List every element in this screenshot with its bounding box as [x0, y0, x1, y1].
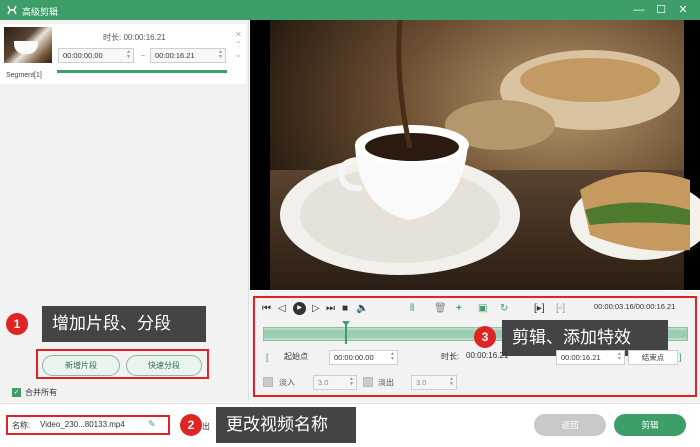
- start-point-value: 00:00:00.00: [334, 353, 374, 362]
- segment-duration-value: 00:00:16.21: [123, 33, 166, 42]
- file-name-value: Video_230...80133.mp4: [40, 420, 125, 429]
- step-forward-icon[interactable]: ▷: [312, 303, 320, 315]
- start-point-label[interactable]: 起始点: [284, 351, 308, 362]
- trim-duration-label: 时长:: [441, 352, 460, 361]
- fade-in-value: 3.0: [318, 378, 329, 387]
- edit-button[interactable]: 剪辑: [614, 414, 686, 436]
- trim-duration-value: 00:00:16.21: [466, 351, 509, 360]
- spinner-icon[interactable]: ▲ ▼: [617, 352, 622, 362]
- quick-split-button[interactable]: 快速分段: [126, 355, 202, 376]
- segment-end-value: 00:00:16.21: [155, 51, 195, 60]
- callout-2: 更改视频名称: [216, 407, 356, 443]
- volume-icon[interactable]: 🔈: [356, 303, 368, 315]
- title-bar: 高级剪辑 — ☐ ✕: [0, 0, 700, 20]
- go-to-start-icon[interactable]: ⏮: [262, 303, 271, 315]
- mark-end-icon[interactable]: [▫]: [556, 303, 565, 315]
- playback-time: 00:00:03.16/00:00:16.21: [594, 302, 676, 311]
- close-button[interactable]: ✕: [676, 3, 690, 17]
- add-icon[interactable]: +: [456, 303, 462, 315]
- start-bracket-icon: [: [266, 352, 269, 362]
- callout-1-badge: 1: [6, 313, 28, 335]
- start-point-input[interactable]: 00:00:00.00 ▲ ▼: [329, 350, 398, 365]
- reset-icon[interactable]: ↻: [500, 303, 508, 315]
- time-separator: –: [141, 51, 146, 60]
- segment-end-input[interactable]: 00:00:16.21 ▲ ▼: [150, 48, 226, 63]
- segment-panel: Segment[1] 时长: 00:00:16.21 00:00:00.00 ▲…: [0, 20, 249, 402]
- remove-segment-icon[interactable]: ✕: [235, 30, 242, 40]
- mark-start-icon[interactable]: [▸]: [534, 303, 545, 315]
- partial-text: 出: [202, 422, 210, 431]
- playhead[interactable]: [344, 323, 347, 344]
- fade-in-label: 淡入: [279, 378, 295, 387]
- end-bracket-icon: ]: [679, 352, 682, 362]
- add-segment-button[interactable]: 新增片段: [42, 355, 120, 376]
- callout-3-badge: 3: [474, 326, 496, 348]
- end-point-button[interactable]: 结束点: [628, 350, 678, 365]
- file-name-label: 名称:: [12, 421, 31, 430]
- callout-1: 增加片段、分段: [42, 306, 206, 342]
- back-button[interactable]: 返回: [534, 414, 606, 436]
- spinner-icon[interactable]: ▲ ▼: [449, 377, 454, 387]
- video-frame: [270, 19, 700, 290]
- step-back-icon[interactable]: ◁: [278, 303, 286, 315]
- callout-2-badge: 2: [180, 414, 202, 436]
- card-actions: ✕ ⌃ ⌄: [235, 30, 242, 60]
- maximize-button[interactable]: ☐: [654, 3, 668, 17]
- video-preview[interactable]: [250, 19, 700, 290]
- window-title: 高级剪辑: [22, 7, 59, 17]
- fade-out-value: 3.0: [416, 378, 427, 387]
- edit-name-icon[interactable]: ✎: [148, 419, 156, 430]
- fade-out-label: 淡出: [378, 378, 394, 387]
- go-to-end-icon[interactable]: ⏭: [326, 303, 335, 315]
- fade-in-input[interactable]: 3.0 ▲ ▼: [313, 375, 357, 390]
- fade-in-checkbox[interactable]: [263, 377, 273, 387]
- minimize-button[interactable]: —: [632, 3, 646, 17]
- end-point-input[interactable]: 00:00:16.21 ▲ ▼: [556, 350, 625, 365]
- move-down-icon[interactable]: ⌄: [235, 50, 242, 60]
- split-icon[interactable]: ⫴: [410, 303, 414, 315]
- segment-card[interactable]: Segment[1] 时长: 00:00:16.21 00:00:00.00 ▲…: [0, 24, 246, 84]
- app-logo-icon: [7, 5, 17, 15]
- end-point-value: 00:00:16.21: [561, 353, 601, 362]
- segment-progress-line: [57, 70, 227, 73]
- stop-icon[interactable]: ■: [342, 303, 348, 315]
- segment-duration-label: 时长:: [103, 33, 122, 42]
- fade-out-checkbox[interactable]: [363, 377, 373, 387]
- merge-all-checkbox[interactable]: ✓ 合并所有: [12, 387, 57, 398]
- spinner-icon[interactable]: ▲ ▼: [390, 352, 395, 362]
- move-up-icon[interactable]: ⌃: [235, 40, 242, 50]
- segment-start-value: 00:00:00.00: [63, 51, 103, 60]
- checkbox-checked-icon[interactable]: ✓: [12, 388, 21, 398]
- segment-duration: 时长: 00:00:16.21: [103, 32, 166, 43]
- segment-thumbnail: [4, 27, 52, 63]
- copy-icon[interactable]: ▣: [478, 303, 487, 315]
- delete-icon[interactable]: 🗑: [434, 303, 447, 315]
- spinner-icon[interactable]: ▲ ▼: [126, 50, 131, 60]
- play-button-icon[interactable]: ▶: [293, 302, 306, 315]
- fade-out-input[interactable]: 3.0 ▲ ▼: [411, 375, 457, 390]
- segment-label: Segment[1]: [6, 72, 42, 79]
- merge-all-label: 合并所有: [25, 388, 57, 397]
- spinner-icon[interactable]: ▲ ▼: [349, 377, 354, 387]
- segment-start-input[interactable]: 00:00:00.00 ▲ ▼: [58, 48, 134, 63]
- spinner-icon[interactable]: ▲ ▼: [218, 50, 223, 60]
